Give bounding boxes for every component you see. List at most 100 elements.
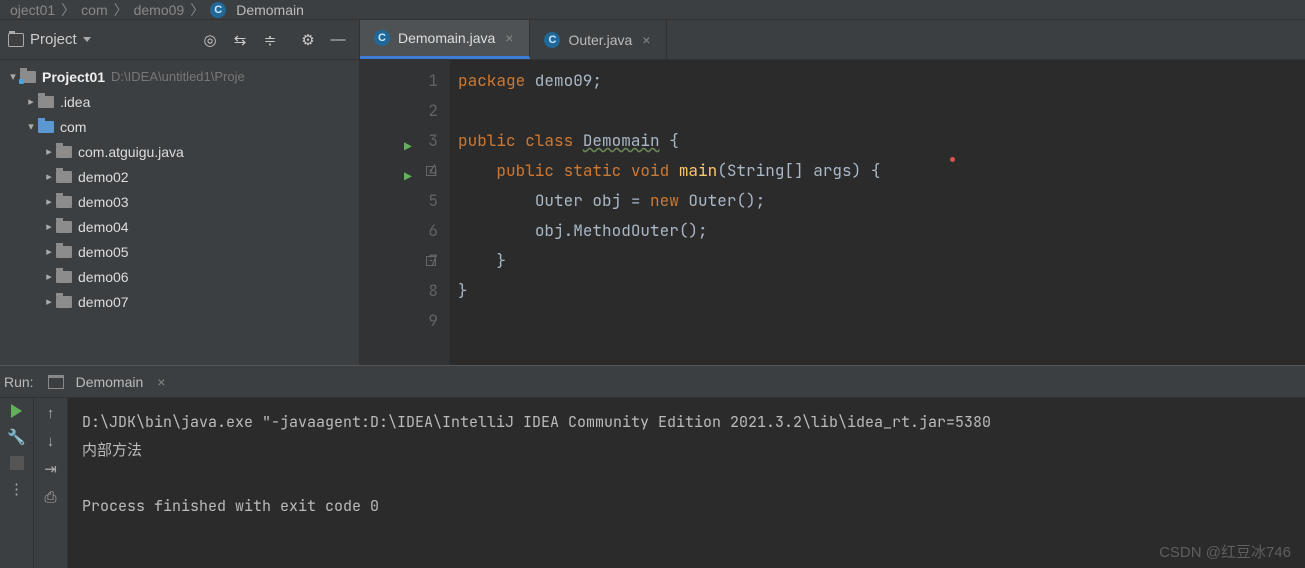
- expand-arrow-icon[interactable]: [42, 145, 56, 158]
- folder-icon: [38, 121, 54, 133]
- line-number: 5: [360, 186, 438, 216]
- folder-icon: [38, 96, 54, 108]
- tree-item-com[interactable]: com: [0, 114, 359, 139]
- sidebar-header: Project ◎ ⇆ ≑ ⚙ ―: [0, 20, 359, 60]
- run-gutter-icon[interactable]: ▶: [404, 132, 412, 162]
- tree-label: demo07: [78, 294, 129, 310]
- line-number: 8: [360, 276, 438, 306]
- tree-label: demo05: [78, 244, 129, 260]
- run-tools-primary: 🔧 ⋮: [0, 398, 34, 568]
- tree-label: demo03: [78, 194, 129, 210]
- close-icon[interactable]: ×: [640, 32, 652, 48]
- java-class-icon: C: [544, 32, 560, 48]
- breadcrumb-part[interactable]: Demomain: [236, 2, 304, 18]
- expand-arrow-icon[interactable]: [42, 295, 56, 308]
- fold-icon[interactable]: −: [426, 256, 436, 266]
- bug-icon[interactable]: ⋮: [8, 480, 26, 498]
- line-number-gutter[interactable]: ▶ ▶ − − 1 2 3 4 5 6 7 8 9: [360, 60, 450, 365]
- line-number: 2: [360, 96, 438, 126]
- breadcrumb-part[interactable]: demo09: [134, 2, 185, 18]
- console-output[interactable]: D:\JDK\bin\java.exe "-javaagent:D:\IDEA\…: [68, 398, 1305, 568]
- chevron-icon: 〉: [114, 0, 128, 20]
- tab-label: Demomain.java: [398, 30, 495, 46]
- tree-item-idea[interactable]: .idea: [0, 89, 359, 114]
- sidebar-title[interactable]: Project: [30, 31, 77, 48]
- breadcrumb-part[interactable]: oject01: [10, 2, 55, 18]
- expand-arrow-icon[interactable]: [42, 170, 56, 183]
- console-line: Process finished with exit code 0: [82, 496, 379, 516]
- gear-icon[interactable]: ⚙: [295, 27, 321, 53]
- expand-arrow-icon[interactable]: [42, 195, 56, 208]
- project-icon: [8, 33, 24, 47]
- tab-label: Outer.java: [568, 32, 632, 48]
- close-icon[interactable]: ×: [503, 30, 515, 46]
- minimize-icon[interactable]: ―: [325, 27, 351, 53]
- wrench-icon[interactable]: 🔧: [8, 428, 26, 446]
- tab-demomain[interactable]: C Demomain.java ×: [360, 20, 530, 59]
- tree-item-demo04[interactable]: demo04: [0, 214, 359, 239]
- tree-label: demo02: [78, 169, 129, 185]
- java-icon: C: [210, 2, 226, 18]
- project-tree: Project01 D:\IDEA\untitled1\Proje .idea …: [0, 60, 359, 365]
- expand-arrow-icon[interactable]: [24, 95, 38, 108]
- tree-path: D:\IDEA\untitled1\Proje: [111, 69, 245, 84]
- console-line: D:\JDK\bin\java.exe "-javaagent:D:\IDEA\…: [82, 412, 991, 432]
- folder-icon: [56, 221, 72, 233]
- folder-icon: [56, 271, 72, 283]
- tree-item-demo05[interactable]: demo05: [0, 239, 359, 264]
- tree-item-demo06[interactable]: demo06: [0, 264, 359, 289]
- tree-label: com.atguigu.java: [78, 144, 184, 160]
- java-class-icon: C: [374, 30, 390, 46]
- console-line: 内部方法: [82, 440, 142, 460]
- expand-arrow-icon[interactable]: [42, 220, 56, 233]
- chevron-down-icon[interactable]: [83, 37, 91, 42]
- close-icon[interactable]: ×: [155, 374, 167, 390]
- folder-icon: [56, 171, 72, 183]
- expand-arrow-icon[interactable]: [42, 245, 56, 258]
- tree-label: Project01: [42, 69, 105, 85]
- tree-item-atguigu[interactable]: com.atguigu.java: [0, 139, 359, 164]
- folder-icon: [20, 71, 36, 83]
- expand-arrow-icon[interactable]: [24, 120, 38, 133]
- tree-item-demo03[interactable]: demo03: [0, 189, 359, 214]
- folder-icon: [56, 196, 72, 208]
- tree-root[interactable]: Project01 D:\IDEA\untitled1\Proje: [0, 64, 359, 89]
- app-icon: [48, 375, 64, 389]
- chevron-icon: 〉: [61, 0, 75, 20]
- breadcrumb-part[interactable]: com: [81, 2, 107, 18]
- run-tab-label[interactable]: Demomain: [76, 374, 144, 390]
- run-gutter-icon[interactable]: ▶: [404, 162, 412, 192]
- tree-label: .idea: [60, 94, 90, 110]
- wrap-icon[interactable]: ⇥: [42, 460, 60, 478]
- code-editor[interactable]: package demo09; public class Demomain { …: [450, 60, 1305, 365]
- folder-icon: [56, 146, 72, 158]
- tree-item-demo07[interactable]: demo07: [0, 289, 359, 314]
- up-arrow-icon[interactable]: ↑: [42, 404, 60, 422]
- breadcrumb: oject01 〉 com 〉 demo09 〉 C Demomain: [0, 0, 1305, 20]
- editor-area: C Demomain.java × C Outer.java × ▶ ▶ − −: [360, 20, 1305, 365]
- export-icon[interactable]: ⎙: [42, 488, 60, 506]
- tree-item-demo02[interactable]: demo02: [0, 164, 359, 189]
- chevron-icon: 〉: [190, 0, 204, 20]
- line-number: 3: [360, 126, 438, 156]
- error-marker-icon[interactable]: [950, 157, 955, 162]
- expand-icon[interactable]: ⇆: [227, 27, 253, 53]
- project-sidebar: Project ◎ ⇆ ≑ ⚙ ― Project01 D:\IDEA\unti…: [0, 20, 360, 365]
- target-icon[interactable]: ◎: [197, 27, 223, 53]
- stop-icon[interactable]: [10, 456, 24, 470]
- run-tools-secondary: ↑ ↓ ⇥ ⎙: [34, 398, 68, 568]
- expand-arrow-icon[interactable]: [42, 270, 56, 283]
- run-panel-header: Run: Demomain ×: [0, 366, 1305, 398]
- line-number: 9: [360, 306, 438, 336]
- tab-outer[interactable]: C Outer.java ×: [530, 20, 667, 59]
- down-arrow-icon[interactable]: ↓: [42, 432, 60, 450]
- play-icon[interactable]: [11, 404, 22, 418]
- expand-arrow-icon[interactable]: [6, 70, 20, 83]
- folder-icon: [56, 246, 72, 258]
- line-number: 1: [360, 66, 438, 96]
- fold-icon[interactable]: −: [426, 166, 436, 176]
- tree-label: demo06: [78, 269, 129, 285]
- editor-tabs: C Demomain.java × C Outer.java ×: [360, 20, 1305, 60]
- run-label: Run:: [4, 374, 34, 390]
- collapse-icon[interactable]: ≑: [257, 27, 283, 53]
